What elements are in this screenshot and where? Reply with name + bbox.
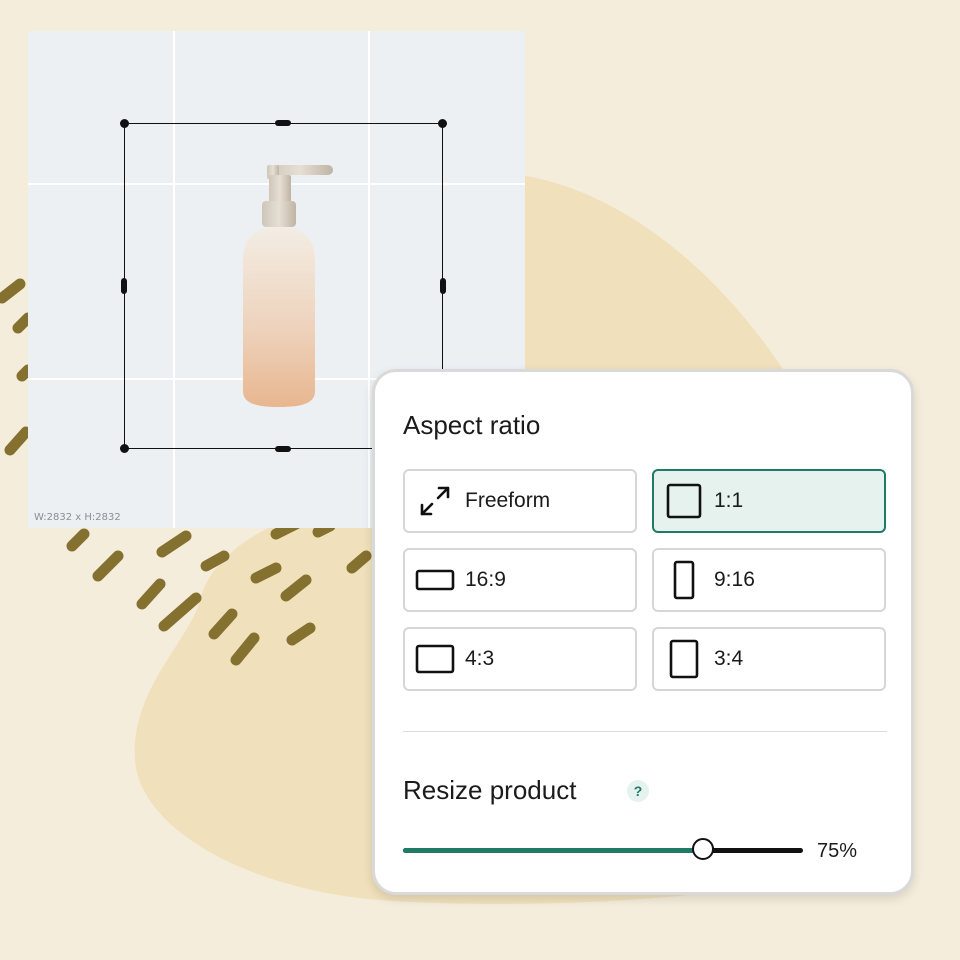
- ratio-freeform-button[interactable]: Freeform: [403, 469, 637, 533]
- portrait-icon: [654, 639, 714, 679]
- ratio-9-16-button[interactable]: 9:16: [652, 548, 886, 612]
- image-dimensions: W:2832 x H:2832: [34, 512, 121, 523]
- crop-handle-bottom[interactable]: [275, 446, 291, 452]
- crop-handle-top-right[interactable]: [438, 119, 447, 128]
- ratio-4-3-button[interactable]: 4:3: [403, 627, 637, 691]
- ratio-3-4-button[interactable]: 3:4: [652, 627, 886, 691]
- ratio-16-9-button[interactable]: 16:9: [403, 548, 637, 612]
- ratio-label: 3:4: [714, 647, 744, 670]
- slider-thumb[interactable]: [692, 838, 714, 860]
- portrait-tall-icon: [654, 560, 714, 600]
- crop-handle-top[interactable]: [275, 120, 291, 126]
- help-icon[interactable]: ?: [627, 780, 649, 802]
- slider-value: 75%: [817, 840, 858, 862]
- landscape-icon: [405, 644, 465, 674]
- crop-handle-bottom-left[interactable]: [120, 444, 129, 453]
- crop-handle-left[interactable]: [121, 278, 127, 294]
- ratio-label: Freeform: [465, 489, 551, 512]
- aspect-ratio-panel: Aspect ratio Freeform 1:1 16:9 9:16 4:3 …: [372, 369, 914, 895]
- square-icon: [654, 483, 714, 519]
- ratio-1-1-button[interactable]: 1:1: [652, 469, 886, 533]
- resize-slider[interactable]: [403, 838, 803, 860]
- resize-product-title: Resize product: [403, 775, 577, 805]
- slider-fill: [403, 848, 703, 853]
- expand-arrows-icon: [405, 484, 465, 518]
- crop-handle-right[interactable]: [440, 278, 446, 294]
- ratio-label: 1:1: [714, 489, 744, 512]
- aspect-ratio-title: Aspect ratio: [403, 410, 541, 440]
- ratio-label: 4:3: [465, 647, 495, 670]
- divider: [403, 731, 887, 732]
- landscape-wide-icon: [405, 569, 465, 591]
- crop-handle-top-left[interactable]: [120, 119, 129, 128]
- ratio-label: 9:16: [714, 568, 755, 591]
- ratio-label: 16:9: [465, 568, 506, 591]
